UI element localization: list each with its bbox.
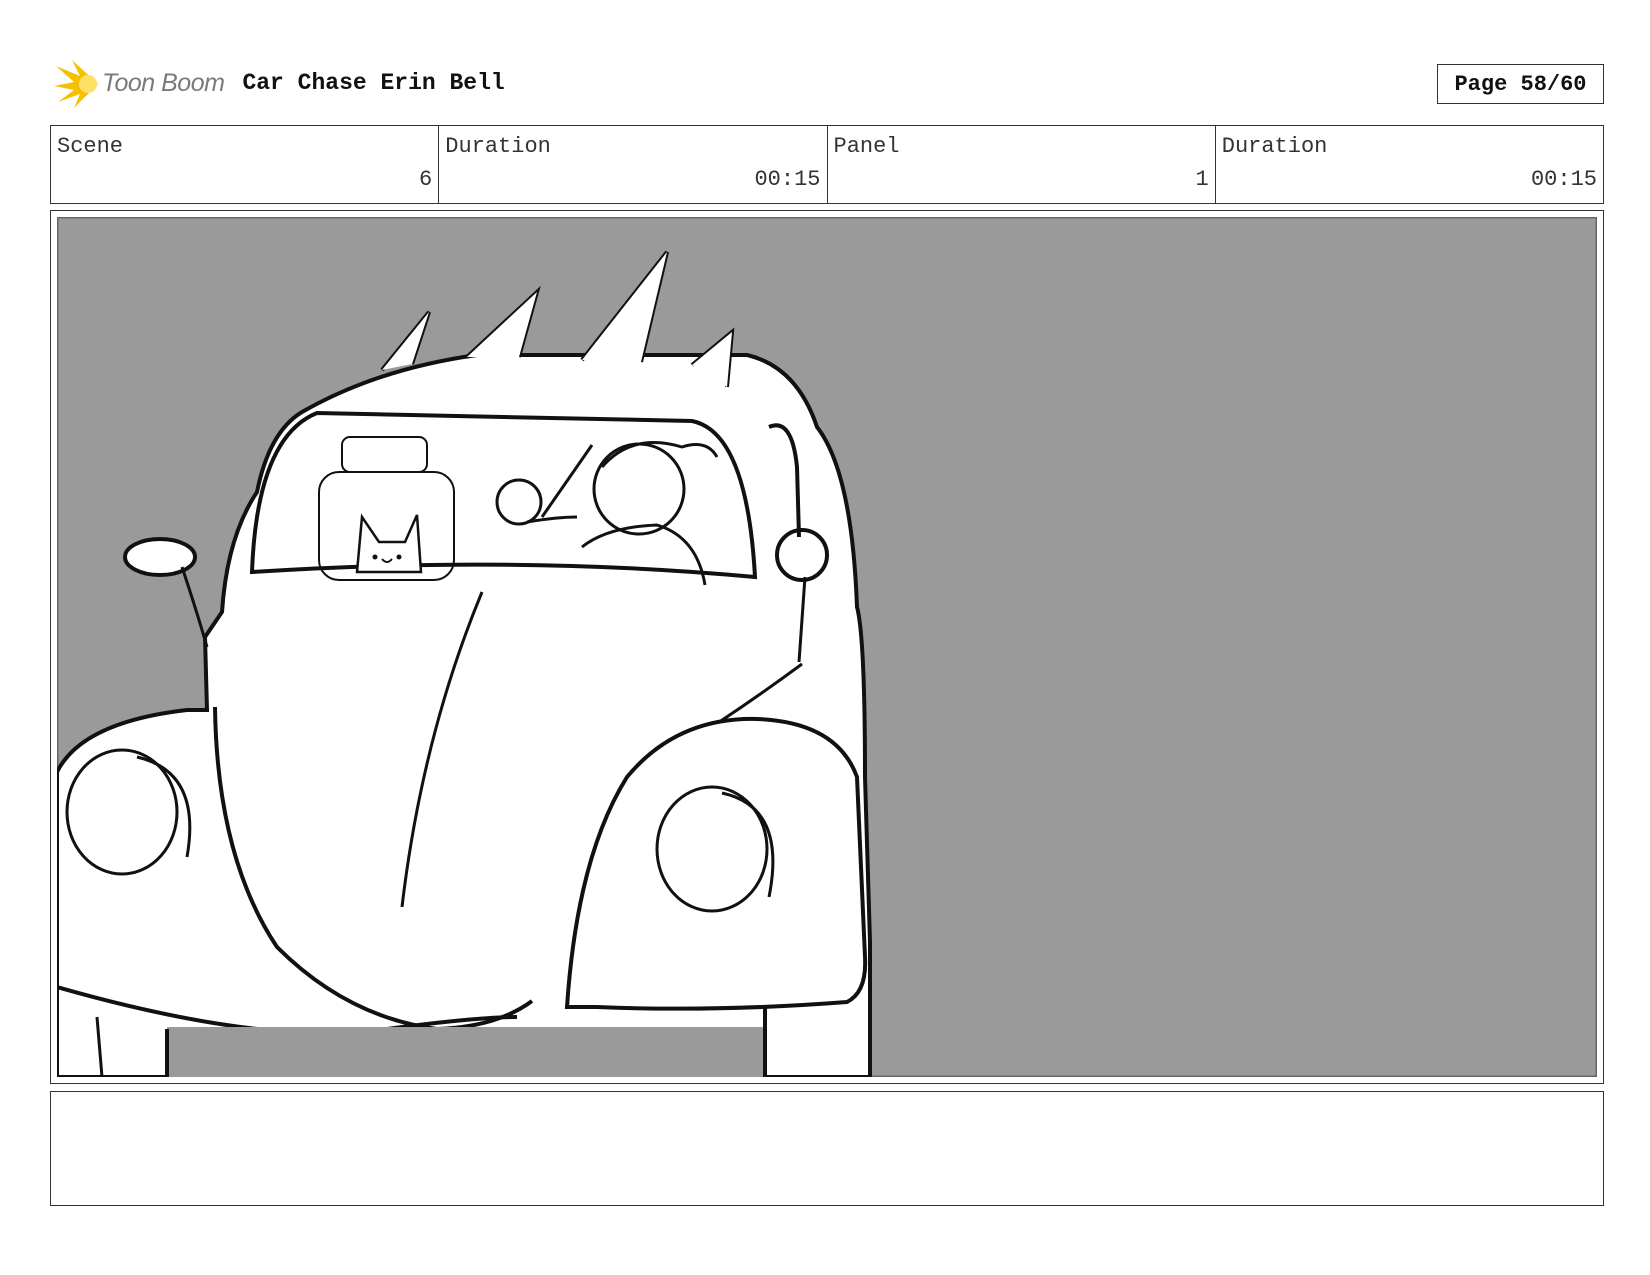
cat-eye-right: [396, 554, 402, 560]
toon-boom-logo-icon: [54, 60, 98, 108]
panel-duration-value: 00:15: [1530, 167, 1597, 192]
logo-text: Toon Boom: [102, 68, 225, 97]
storyboard-panel-drawing: [57, 217, 1597, 1077]
panel-label: Panel: [833, 134, 900, 159]
scene-duration-label: Duration: [445, 134, 551, 159]
left-mirror: [123, 537, 197, 577]
cat-eye-left: [372, 554, 378, 560]
storyboard-panel-frame: [50, 210, 1604, 1084]
scene-cell: Scene 6: [51, 126, 440, 203]
sidekick-head: [495, 478, 543, 526]
panel-duration-cell: Duration 00:15: [1216, 126, 1603, 203]
panel-notes-box: [50, 1091, 1604, 1206]
panel-value: 1: [1195, 167, 1209, 192]
scene-duration-value: 00:15: [754, 167, 821, 192]
panel-cell: Panel 1: [828, 126, 1216, 203]
project-title: Car Chase Erin Bell: [242, 70, 505, 96]
scene-label: Scene: [57, 134, 124, 159]
scene-value: 6: [419, 167, 433, 192]
left-headlight: [65, 748, 179, 876]
front-wheel-shadow: [167, 1027, 767, 1077]
panel-notes-text: [51, 1092, 1603, 1108]
panel-duration-label: Duration: [1221, 134, 1328, 159]
scene-info-table: Scene 6 Duration 00:15 Panel 1 Duration …: [50, 125, 1604, 204]
storyboard-header: Toon Boom Car Chase Erin Bell: [52, 58, 505, 108]
page-indicator: Page 58/60: [1437, 64, 1604, 104]
scene-duration-cell: Duration 00:15: [439, 126, 828, 203]
toon-boom-logo: Toon Boom: [52, 58, 225, 108]
driver-head: [592, 442, 686, 536]
right-mirror: [775, 528, 829, 582]
